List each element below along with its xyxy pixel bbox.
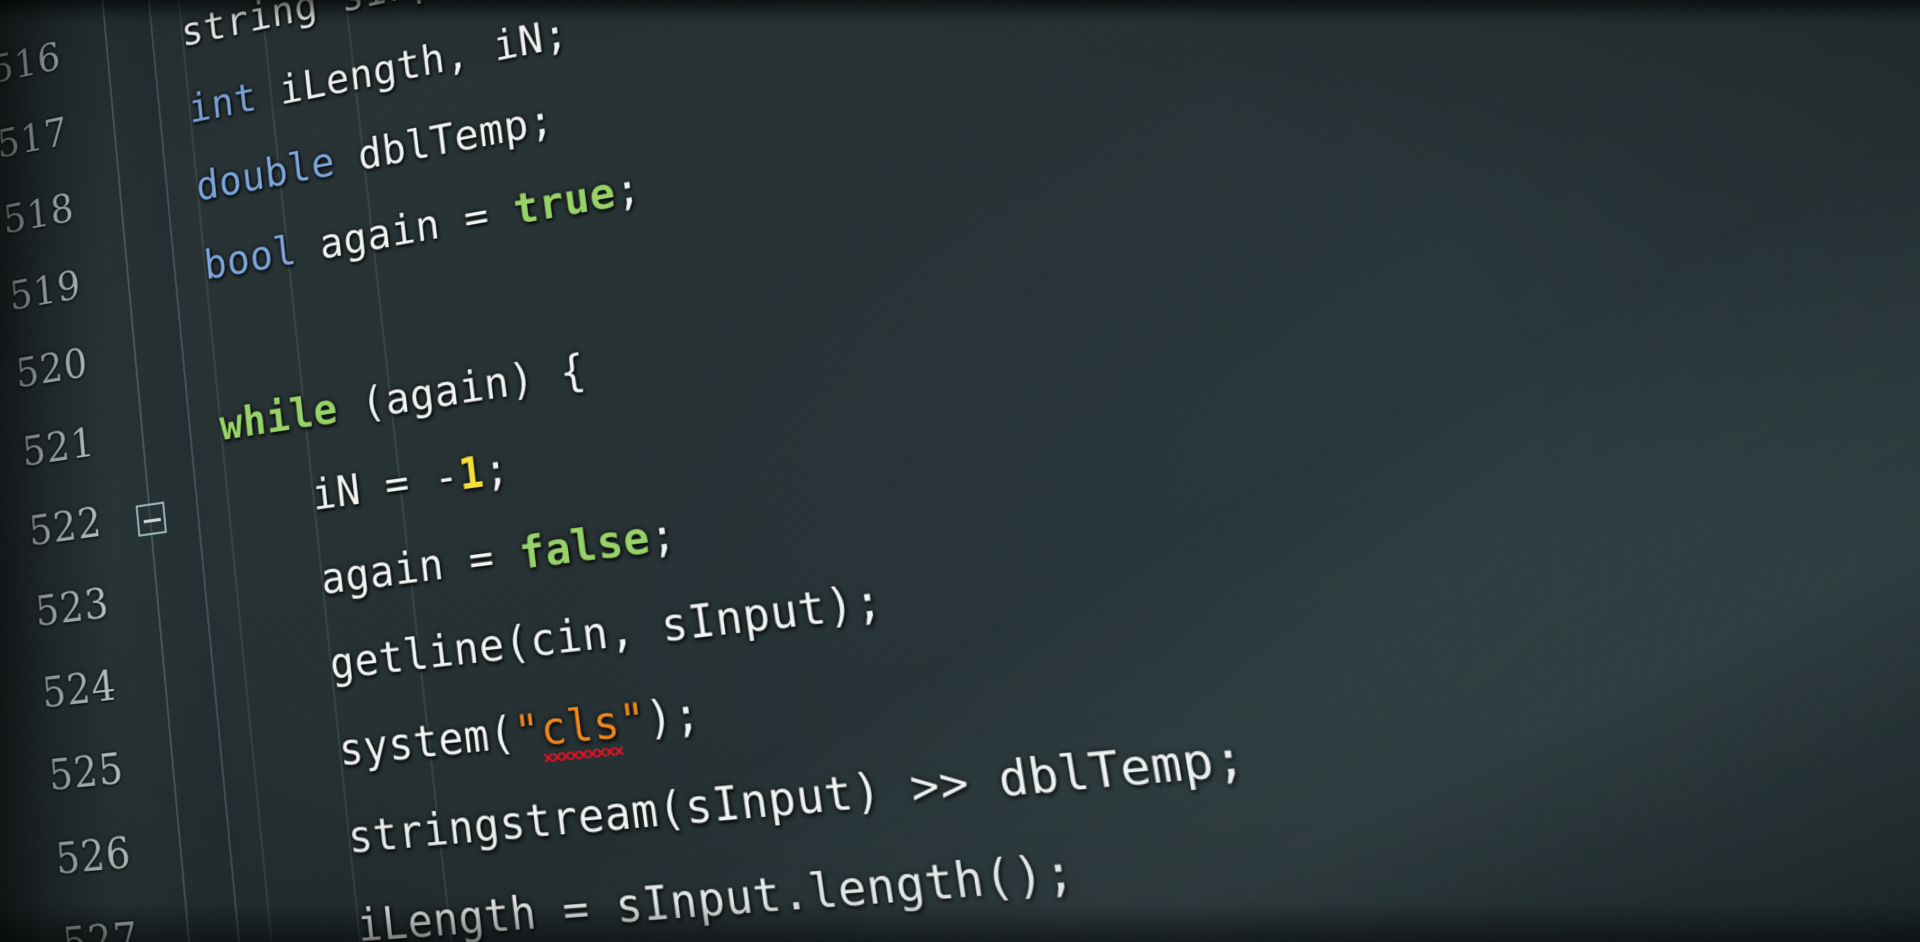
code-token: ;	[612, 164, 644, 217]
code-token: false	[517, 513, 654, 580]
code-line[interactable]: again = false;	[319, 513, 679, 602]
code-token: dblTemp;	[332, 96, 556, 185]
minus-box-icon[interactable]	[136, 501, 167, 536]
screenshot-photo: 5165175185195205215225235245255265275285…	[0, 0, 1920, 942]
code-token: ;	[481, 444, 512, 497]
code-line[interactable]: iLength = sInput.length();	[355, 849, 1078, 942]
code-editor-surface: 5165175185195205215225235245255265275285…	[0, 0, 1920, 942]
code-token: true	[511, 169, 619, 235]
code-token: sInput;	[338, 0, 511, 22]
monitor-screen: 5165175185195205215225235245255265275285…	[0, 0, 1920, 942]
code-token: while	[218, 385, 340, 450]
code-line[interactable]: system("cls");	[337, 692, 704, 773]
code-token: ;	[646, 509, 679, 563]
code-token: iLength = sInput.length();	[355, 845, 1079, 942]
code-token: again =	[294, 187, 517, 273]
code-token: int	[187, 75, 259, 134]
code-token: double	[194, 139, 337, 211]
code-token: again =	[319, 530, 523, 605]
code-token: string	[179, 0, 343, 56]
code-token: iN =	[310, 455, 437, 521]
code-token: (again) {	[335, 346, 589, 433]
code-line[interactable]: while (again) {	[218, 349, 589, 447]
fold-minus-glyph	[144, 518, 161, 524]
code-token: system(	[337, 708, 518, 777]
code-line[interactable]: iN = -1;	[310, 448, 512, 518]
code-token: bool	[202, 227, 299, 290]
code-token: );	[643, 688, 704, 746]
misspelled-token: cls	[538, 700, 622, 753]
